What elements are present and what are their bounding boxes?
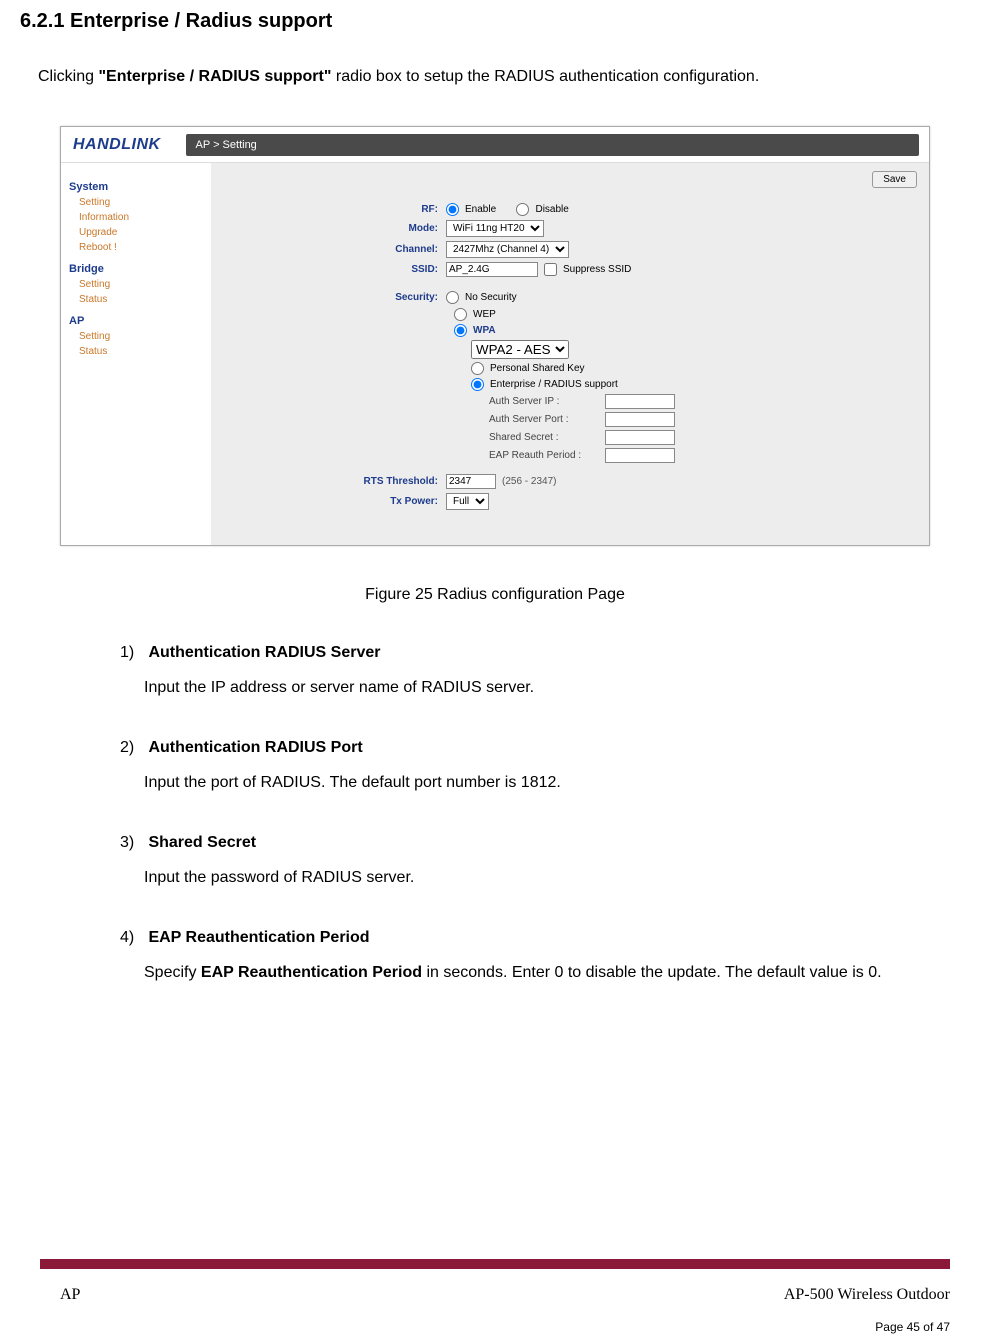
item-number: 4) (120, 929, 144, 947)
screenshot-body: System Setting Information Upgrade Reboo… (61, 163, 929, 545)
sidebar-item-reboot[interactable]: Reboot ! (79, 242, 203, 253)
wep-radio[interactable] (454, 308, 467, 321)
footer-text: AP AP-500 Wireless Outdoor (60, 1286, 950, 1304)
page-number: Page 45 of 47 (875, 1320, 950, 1334)
section-heading: 6.2.1 Enterprise / Radius support (20, 10, 970, 33)
numbered-list: 1) Authentication RADIUS Server Input th… (120, 644, 950, 989)
breadcrumb: AP > Setting (186, 134, 919, 156)
footer-right: AP-500 Wireless Outdoor (784, 1286, 950, 1304)
intro-suffix: radio box to setup the RADIUS authentica… (331, 68, 759, 85)
rts-hint: (256 - 2347) (502, 476, 556, 487)
form-area: RF: Enable Disable Mode: WiFi 11ng HT20 (341, 203, 919, 510)
item-title: Authentication RADIUS Server (148, 644, 380, 661)
auth-server-port-input[interactable] (605, 412, 675, 427)
screenshot-figure: HANDLINK AP > Setting System Setting Inf… (60, 126, 930, 546)
intro-text: Clicking "Enterprise / RADIUS support" r… (38, 68, 970, 86)
auth-server-port-label: Auth Server Port : (489, 414, 599, 425)
sidebar: System Setting Information Upgrade Reboo… (61, 163, 211, 545)
footer-left: AP (60, 1286, 80, 1304)
item-number: 3) (120, 834, 144, 852)
list-item: 3) Shared Secret Input the password of R… (120, 834, 950, 894)
intro-bold: "Enterprise / RADIUS support" (98, 68, 331, 85)
tx-power-label: Tx Power: (341, 496, 446, 507)
list-item: 4) EAP Reauthentication Period Specify E… (120, 929, 950, 989)
rf-disable-radio[interactable] (516, 203, 529, 216)
ssid-label: SSID: (341, 264, 446, 275)
mode-label: Mode: (341, 223, 446, 234)
sidebar-item-bridge-status[interactable]: Status (79, 294, 203, 305)
wpa-mode-select[interactable]: WPA2 - AES (471, 340, 569, 359)
logo: HANDLINK (73, 136, 161, 154)
mode-select[interactable]: WiFi 11ng HT20 (446, 220, 544, 237)
item-number: 2) (120, 739, 144, 757)
item-number: 1) (120, 644, 144, 662)
eap-reauth-input[interactable] (605, 448, 675, 463)
sidebar-item-bridge-setting[interactable]: Setting (79, 279, 203, 290)
desc-pre: Specify (144, 964, 201, 981)
item-desc: Input the IP address or server name of R… (144, 672, 950, 704)
save-button[interactable]: Save (872, 171, 917, 188)
rts-input[interactable] (446, 474, 496, 489)
auth-server-ip-input[interactable] (605, 394, 675, 409)
channel-select[interactable]: 2427Mhz (Channel 4) (446, 241, 569, 258)
item-title: Shared Secret (148, 834, 256, 851)
wpa-label: WPA (473, 325, 496, 336)
figure-caption: Figure 25 Radius configuration Page (20, 586, 970, 604)
item-desc: Specify EAP Reauthentication Period in s… (144, 957, 950, 989)
rf-disable-label: Disable (535, 204, 568, 215)
item-title: EAP Reauthentication Period (148, 929, 369, 946)
security-label: Security: (341, 292, 446, 303)
sidebar-group-bridge: Bridge (69, 263, 203, 275)
rf-enable-radio[interactable] (446, 203, 459, 216)
screenshot-header: HANDLINK AP > Setting (61, 127, 929, 163)
sidebar-item-setting[interactable]: Setting (79, 197, 203, 208)
list-item: 2) Authentication RADIUS Port Input the … (120, 739, 950, 799)
item-title: Authentication RADIUS Port (148, 739, 362, 756)
auth-server-ip-label: Auth Server IP : (489, 396, 599, 407)
tx-power-select[interactable]: Full (446, 493, 489, 510)
list-item: 1) Authentication RADIUS Server Input th… (120, 644, 950, 704)
sidebar-group-system: System (69, 181, 203, 193)
desc-post: in seconds. Enter 0 to disable the updat… (422, 964, 882, 981)
eap-reauth-label: EAP Reauth Period : (489, 450, 599, 461)
rf-enable-label: Enable (465, 204, 496, 215)
desc-bold: EAP Reauthentication Period (201, 964, 422, 981)
sidebar-item-upgrade[interactable]: Upgrade (79, 227, 203, 238)
sidebar-item-ap-status[interactable]: Status (79, 346, 203, 357)
ssid-input[interactable] (446, 262, 538, 277)
enterprise-radius-label: Enterprise / RADIUS support (490, 379, 618, 390)
psk-radio[interactable] (471, 362, 484, 375)
main-panel: Save RF: Enable Disable Mode: WiF (211, 163, 929, 545)
suppress-ssid-label: Suppress SSID (563, 264, 631, 275)
suppress-ssid-checkbox[interactable] (544, 263, 557, 276)
sidebar-item-ap-setting[interactable]: Setting (79, 331, 203, 342)
sidebar-item-information[interactable]: Information (79, 212, 203, 223)
intro-prefix: Clicking (38, 68, 98, 85)
wep-label: WEP (473, 309, 496, 320)
item-desc: Input the port of RADIUS. The default po… (144, 767, 950, 799)
enterprise-radius-radio[interactable] (471, 378, 484, 391)
no-security-label: No Security (465, 292, 517, 303)
channel-label: Channel: (341, 244, 446, 255)
rts-label: RTS Threshold: (341, 476, 446, 487)
item-desc: Input the password of RADIUS server. (144, 862, 950, 894)
psk-label: Personal Shared Key (490, 363, 585, 374)
rf-label: RF: (341, 204, 446, 215)
footer-bar (40, 1259, 950, 1269)
wpa-radio[interactable] (454, 324, 467, 337)
sidebar-group-ap: AP (69, 315, 203, 327)
shared-secret-label: Shared Secret : (489, 432, 599, 443)
shared-secret-input[interactable] (605, 430, 675, 445)
no-security-radio[interactable] (446, 291, 459, 304)
